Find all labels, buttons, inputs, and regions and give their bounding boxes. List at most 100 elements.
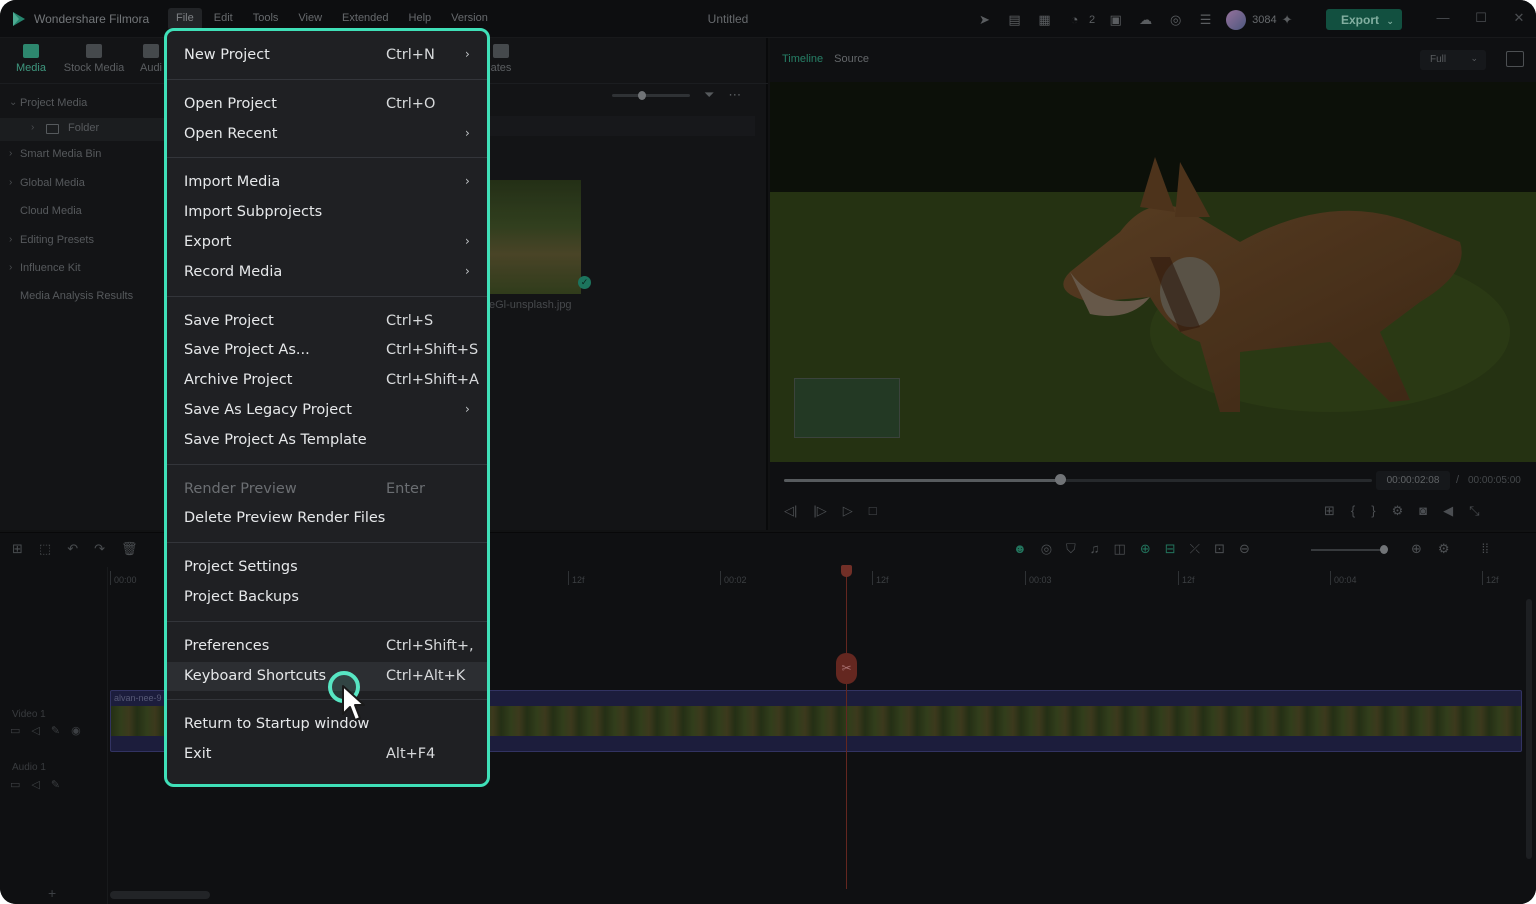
filter-icon[interactable]: ⏷ [704, 87, 714, 103]
save-icon[interactable]: ▣ [1106, 11, 1125, 29]
select-icon[interactable]: ⬚ [39, 541, 51, 557]
menu-tools[interactable]: Tools [245, 8, 287, 30]
menu-version[interactable]: Version [443, 8, 496, 30]
sidebar-item-editing-presets[interactable]: › Editing Presets [0, 227, 166, 255]
sidebar-item-media-analysis[interactable]: Media Analysis Results [0, 283, 166, 311]
menu-item-record-media[interactable]: Record Media › [167, 258, 487, 288]
sidebar-item-smart-media-bin[interactable]: › Smart Media Bin [0, 141, 166, 169]
playback-knob[interactable] [1055, 474, 1067, 485]
snapshot-mode-icon[interactable] [1506, 51, 1524, 67]
mirror-icon[interactable]: ◫ [1114, 541, 1126, 557]
playback-progress-bar[interactable] [784, 479, 1372, 482]
more-icon[interactable]: ⋯ [728, 87, 741, 103]
send-icon[interactable]: ➤ [975, 11, 994, 29]
menu-item-project-settings[interactable]: Project Settings [167, 553, 487, 583]
volume-icon[interactable]: ◀ [1443, 503, 1453, 519]
comments-icon[interactable]: ◔ [1065, 11, 1084, 29]
grid-icon[interactable]: ⊞ [12, 541, 23, 557]
preview-quality-select[interactable]: Full ⌄ [1420, 50, 1486, 70]
aspect-ratio-icon[interactable]: ⊞ [1324, 503, 1335, 519]
folder-icon[interactable]: ▭ [10, 724, 20, 737]
sidebar-item-global-media[interactable]: › Global Media [0, 170, 166, 198]
menu-item-return-to-startup[interactable]: Return to Startup window [167, 710, 487, 740]
tab-source[interactable]: Source [834, 53, 869, 65]
task-list-icon[interactable]: ☰ [1196, 11, 1215, 29]
menu-help[interactable]: Help [401, 8, 440, 30]
auto-ripple-icon[interactable]: ⊟ [1165, 541, 1176, 557]
menu-item-new-project[interactable]: New Project Ctrl+N › [167, 41, 487, 71]
headset-icon[interactable]: ◎ [1166, 11, 1185, 29]
lock-icon[interactable]: ✎ [51, 778, 60, 791]
camera-icon[interactable]: ◙ [1419, 503, 1427, 519]
sidebar-item-influence-kit[interactable]: › Influence Kit [0, 255, 166, 283]
lock-icon[interactable]: ✎ [51, 724, 60, 737]
close-icon[interactable]: ✕ [1512, 10, 1526, 26]
tab-templates[interactable]: ates [488, 44, 514, 74]
media-thumbnail[interactable] [487, 180, 581, 294]
menu-item-open-recent[interactable]: Open Recent › [167, 120, 487, 150]
add-track-icon[interactable]: + [48, 885, 56, 901]
slider-knob[interactable] [1380, 545, 1388, 554]
redo-icon[interactable]: ↷ [94, 541, 105, 557]
delete-icon[interactable]: 🗑 [121, 541, 138, 557]
tab-media[interactable]: Media [14, 44, 48, 74]
menu-item-archive-project[interactable]: Archive Project Ctrl+Shift+A [167, 366, 487, 396]
playhead-handle[interactable] [841, 565, 852, 577]
timeline-zoom-slider[interactable] [1311, 549, 1387, 551]
tab-stock-media[interactable]: Stock Media [60, 44, 128, 74]
menu-edit[interactable]: Edit [206, 8, 241, 30]
previous-frame-icon[interactable]: ◁| [784, 503, 797, 519]
stop-icon[interactable]: □ [869, 503, 877, 519]
menu-item-save-as-legacy[interactable]: Save As Legacy Project › [167, 396, 487, 426]
mark-out-icon[interactable]: } [1371, 503, 1375, 519]
sidebar-item-project-media[interactable]: ⌄ Project Media [0, 90, 166, 118]
zoom-out-icon[interactable]: ⊖ [1239, 541, 1250, 557]
menu-item-open-project[interactable]: Open Project Ctrl+O [167, 90, 487, 120]
thumbnail-size-slider[interactable] [612, 90, 690, 100]
layout-icon[interactable]: ▦ [1035, 11, 1054, 29]
undo-icon[interactable]: ↶ [67, 541, 78, 557]
avatar[interactable] [1226, 10, 1247, 30]
tab-timeline[interactable]: Timeline [782, 53, 823, 65]
layout-handle-icon[interactable]: ⁞⁞ [1482, 541, 1489, 557]
menu-item-save-project[interactable]: Save Project Ctrl+S [167, 307, 487, 337]
speaker-icon[interactable]: ◁ [31, 724, 39, 737]
menu-item-project-backups[interactable]: Project Backups [167, 583, 487, 613]
mark-in-icon[interactable]: { [1351, 503, 1355, 519]
snap-icon[interactable]: ⊕ [1140, 541, 1151, 557]
cloud-upload-icon[interactable]: ☁ [1136, 11, 1155, 29]
menu-item-exit[interactable]: Exit Alt+F4 [167, 740, 487, 770]
minimize-icon[interactable]: — [1436, 10, 1450, 26]
export-button[interactable]: Export ⌄ [1326, 9, 1402, 30]
menu-extended[interactable]: Extended [334, 8, 396, 30]
tab-audio[interactable]: Audi [139, 44, 163, 74]
menu-item-save-as-template[interactable]: Save Project As Template [167, 426, 487, 456]
video-viewer[interactable] [770, 82, 1536, 462]
menu-view[interactable]: View [290, 8, 330, 30]
zoom-in-icon[interactable]: ⊕ [1411, 541, 1422, 557]
next-frame-icon[interactable]: |▷ [813, 503, 826, 519]
current-time[interactable]: 00:00:02:08 [1376, 471, 1450, 490]
menu-item-import-media[interactable]: Import Media › [167, 168, 487, 198]
notes-icon[interactable]: ▤ [1005, 11, 1024, 29]
fit-icon[interactable]: ⊡ [1214, 541, 1225, 557]
timeline-scrollbar[interactable] [110, 891, 210, 899]
fullscreen-icon[interactable]: ⤡ [1469, 503, 1479, 519]
timeline-vertical-scrollbar[interactable] [1526, 599, 1532, 859]
sidebar-item-folder[interactable]: › Folder [0, 118, 166, 142]
ai-mate-icon[interactable]: ☻ [1013, 541, 1027, 557]
record-icon[interactable]: ◎ [1041, 541, 1052, 557]
audio-stretch-icon[interactable]: ♫ [1090, 541, 1100, 557]
menu-item-preferences[interactable]: Preferences Ctrl+Shift+, [167, 632, 487, 662]
slider-knob[interactable] [638, 90, 646, 100]
eye-icon[interactable]: ◉ [71, 724, 81, 737]
play-icon[interactable]: ▷ [843, 503, 853, 519]
shield-icon[interactable]: ⛉ [1066, 541, 1076, 557]
speaker-icon[interactable]: ◁ [31, 778, 39, 791]
menu-item-export[interactable]: Export › [167, 228, 487, 258]
menu-file[interactable]: File [168, 8, 202, 30]
folder-icon[interactable]: ▭ [10, 778, 20, 791]
sidebar-item-cloud-media[interactable]: Cloud Media [0, 198, 166, 226]
render-settings-icon[interactable]: ⚙ [1392, 503, 1404, 519]
playhead[interactable] [846, 575, 847, 889]
